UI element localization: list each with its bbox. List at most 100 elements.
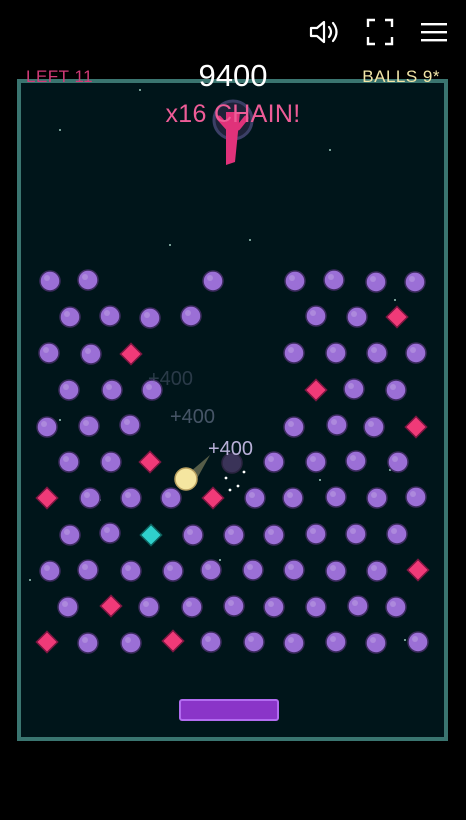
purple-peg — [263, 596, 285, 618]
peg-highlight — [44, 275, 50, 281]
peg-highlight — [144, 312, 150, 318]
peg-highlight — [350, 528, 356, 534]
peg-highlight — [390, 384, 396, 390]
purple-peg — [405, 486, 427, 508]
peg-highlight — [83, 420, 89, 426]
peg-highlight — [124, 419, 130, 425]
peg-highlight — [412, 636, 418, 642]
peg-highlight — [247, 564, 253, 570]
peg-highlight — [205, 564, 211, 570]
balls-remaining-counter: BALLS 9* — [362, 67, 440, 86]
peg-highlight — [106, 384, 112, 390]
chain-message: x16 CHAIN! — [165, 100, 301, 128]
paddle[interactable] — [179, 699, 279, 721]
peg-highlight — [330, 565, 336, 571]
peg-highlight — [268, 456, 274, 462]
star — [59, 129, 61, 131]
purple-peg — [99, 305, 121, 327]
star — [59, 419, 61, 421]
game-board[interactable] — [17, 79, 448, 741]
peg-highlight — [287, 492, 293, 498]
star — [249, 239, 251, 241]
peg-highlight — [228, 529, 234, 535]
purple-peg — [139, 307, 161, 329]
fullscreen-icon[interactable] — [362, 14, 398, 50]
peg-highlight — [186, 601, 192, 607]
peg-highlight — [392, 456, 398, 462]
pink-bonus-peg — [304, 378, 328, 402]
peg-highlight — [63, 384, 69, 390]
pink-bonus-peg — [119, 342, 143, 366]
purple-peg — [181, 596, 203, 618]
peg-highlight — [82, 564, 88, 570]
peg-highlight — [288, 347, 294, 353]
peg-highlight — [165, 492, 171, 498]
peg-highlight — [248, 636, 254, 642]
purple-peg — [57, 596, 79, 618]
peg-highlight — [289, 275, 295, 281]
peg-highlight — [328, 274, 334, 280]
purple-peg — [200, 559, 222, 581]
purple-peg — [363, 416, 385, 438]
purple-peg — [386, 523, 408, 545]
purple-peg — [182, 524, 204, 546]
peg-highlight — [62, 601, 68, 607]
purple-peg — [366, 560, 388, 582]
star — [29, 579, 31, 581]
purple-peg — [101, 379, 123, 401]
purple-peg — [343, 378, 365, 400]
peg-highlight — [268, 529, 274, 535]
purple-peg — [242, 559, 264, 581]
hamburger-menu-icon[interactable] — [416, 14, 452, 50]
peg-highlight — [371, 347, 377, 353]
peg-highlight — [63, 456, 69, 462]
star — [394, 299, 396, 301]
purple-peg — [263, 451, 285, 473]
peg-highlight — [185, 310, 191, 316]
peg-highlight — [104, 310, 110, 316]
pink-bonus-peg — [201, 486, 225, 510]
speaker-icon[interactable] — [307, 14, 343, 50]
peg-highlight — [85, 348, 91, 354]
purple-peg — [282, 487, 304, 509]
peg-highlight — [43, 347, 49, 353]
purple-peg — [284, 270, 306, 292]
pink-bonus-peg — [35, 486, 59, 510]
peg-highlight — [352, 600, 358, 606]
peg-highlight — [207, 275, 213, 281]
peg-highlight — [288, 637, 294, 643]
purple-peg — [39, 560, 61, 582]
peg-highlight — [228, 600, 234, 606]
purple-peg — [180, 305, 202, 327]
peg-highlight — [410, 347, 416, 353]
purple-peg — [305, 523, 327, 545]
purple-peg — [59, 306, 81, 328]
ball[interactable] — [174, 467, 198, 491]
purple-peg — [80, 343, 102, 365]
peg-highlight — [330, 491, 336, 497]
purple-peg — [385, 596, 407, 618]
pink-bonus-peg — [99, 594, 123, 618]
star — [319, 479, 321, 481]
peg-highlight — [125, 492, 131, 498]
star — [219, 559, 221, 561]
floating-score: +400 — [148, 368, 194, 390]
purple-peg — [385, 379, 407, 401]
peg-highlight — [64, 529, 70, 535]
peg-highlight — [370, 637, 376, 643]
purple-peg — [58, 451, 80, 473]
peg-field[interactable] — [21, 83, 444, 737]
peg-highlight — [390, 601, 396, 607]
purple-peg — [100, 451, 122, 473]
peg-highlight — [41, 421, 47, 427]
peg-highlight — [368, 421, 374, 427]
purple-peg — [305, 451, 327, 473]
purple-peg — [283, 559, 305, 581]
peg-highlight — [288, 564, 294, 570]
peg-highlight — [268, 601, 274, 607]
peg-highlight — [331, 419, 337, 425]
purple-peg — [120, 560, 142, 582]
peg-highlight — [409, 276, 415, 282]
peg-highlight — [310, 601, 316, 607]
peg-highlight — [310, 310, 316, 316]
